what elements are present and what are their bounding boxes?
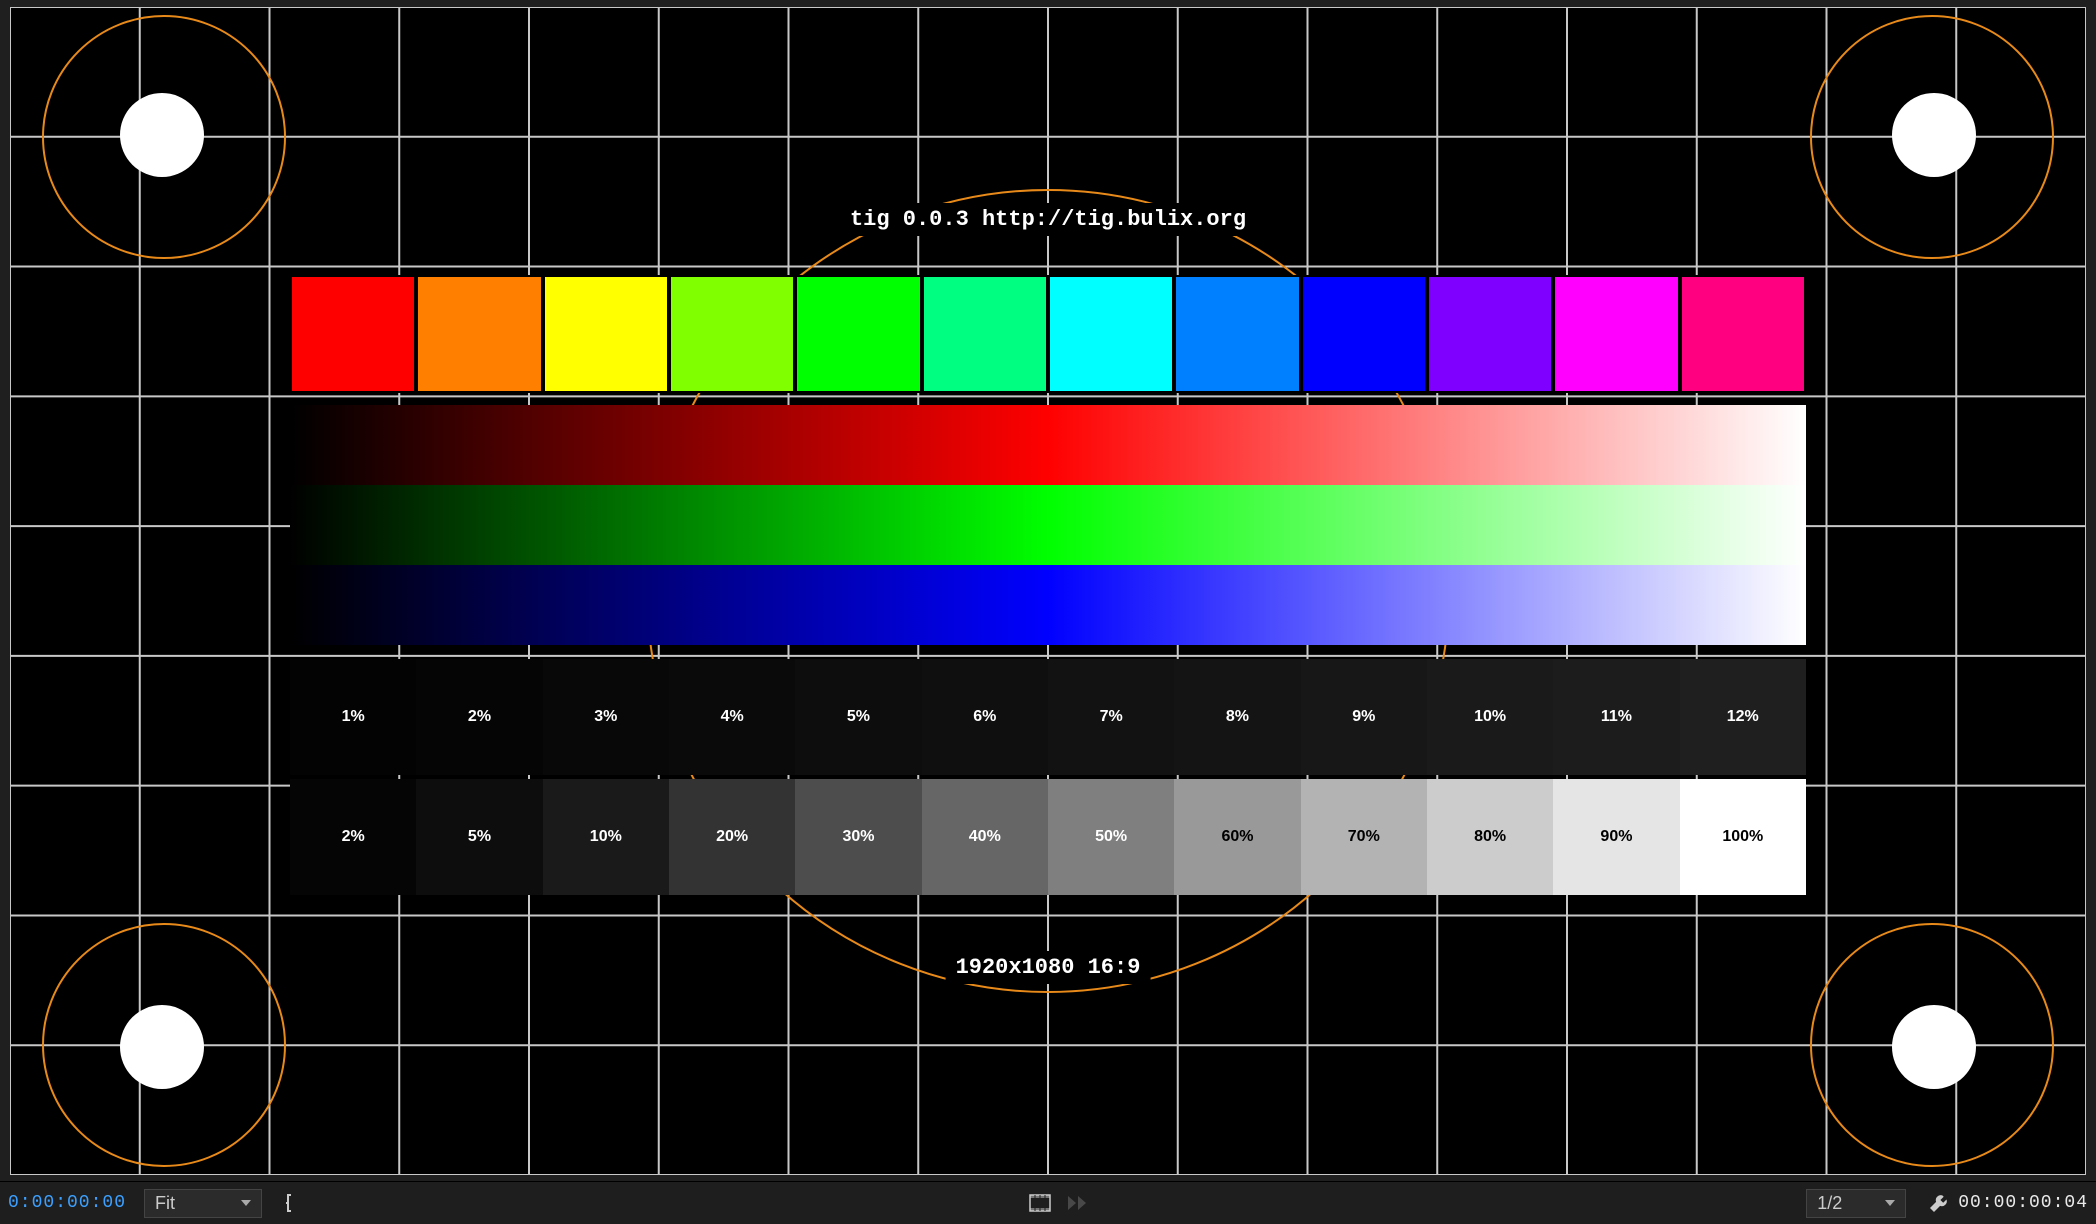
color-swatch-row <box>290 275 1806 393</box>
wrench-icon[interactable] <box>1924 1189 1954 1217</box>
light-step-cell: 60% <box>1174 779 1300 895</box>
light-step-cell: 70% <box>1301 779 1427 895</box>
light-step-cell: 5% <box>416 779 542 895</box>
gradient-block <box>290 405 1806 645</box>
color-swatch <box>669 275 795 393</box>
light-step-cell: 20% <box>669 779 795 895</box>
dark-step-cell: 5% <box>795 659 921 775</box>
dark-step-cell: 8% <box>1174 659 1300 775</box>
light-step-cell: 2% <box>290 779 416 895</box>
dark-step-cell: 9% <box>1301 659 1427 775</box>
resolution-dropdown[interactable]: 1/2 <box>1806 1189 1906 1218</box>
color-swatch <box>1048 275 1174 393</box>
dark-step-cell: 7% <box>1048 659 1174 775</box>
dark-step-cell: 1% <box>290 659 416 775</box>
dark-step-cell: 4% <box>669 659 795 775</box>
filmstrip-icon[interactable] <box>1025 1189 1055 1217</box>
pattern-content: tig 0.0.3 http://tig.bulix.org 1%2%3%4%5… <box>10 7 2086 1175</box>
light-step-cell: 40% <box>922 779 1048 895</box>
preview-viewer[interactable]: tig 0.0.3 http://tig.bulix.org 1%2%3%4%5… <box>0 0 2096 1182</box>
color-swatch <box>290 275 416 393</box>
gradient-strip <box>290 565 1806 645</box>
color-swatch <box>1553 275 1679 393</box>
test-pattern-canvas: tig 0.0.3 http://tig.bulix.org 1%2%3%4%5… <box>10 7 2086 1175</box>
pattern-resolution: 1920x1080 16:9 <box>946 951 1151 984</box>
light-step-cell: 10% <box>543 779 669 895</box>
dark-step-cell: 3% <box>543 659 669 775</box>
dark-step-cell: 11% <box>1553 659 1679 775</box>
light-step-cell: 80% <box>1427 779 1553 895</box>
dark-step-cell: 10% <box>1427 659 1553 775</box>
timecode-in[interactable]: 0:00:00:00 <box>8 1193 126 1213</box>
color-swatch <box>795 275 921 393</box>
gradient-strip <box>290 485 1806 565</box>
light-step-cell: 100% <box>1680 779 1806 895</box>
gradient-strip <box>290 405 1806 485</box>
color-swatch <box>543 275 669 393</box>
zoom-fit-label: Fit <box>155 1193 175 1214</box>
skip-forward-button[interactable] <box>1063 1189 1093 1217</box>
dark-step-row: 1%2%3%4%5%6%7%8%9%10%11%12% <box>290 659 1806 775</box>
light-step-cell: 30% <box>795 779 921 895</box>
timecode-current[interactable]: 00:00:00:04 <box>1958 1193 2088 1213</box>
color-swatch <box>1174 275 1300 393</box>
resolution-label: 1/2 <box>1817 1193 1842 1214</box>
color-swatch <box>1301 275 1427 393</box>
zoom-fit-dropdown[interactable]: Fit <box>144 1189 262 1218</box>
dark-step-cell: 6% <box>922 659 1048 775</box>
color-swatch <box>1680 275 1806 393</box>
viewer-toolbar: 0:00:00:00 Fit 1/2 00:00:00:04 <box>0 1181 2096 1224</box>
chevron-down-icon <box>1885 1200 1895 1206</box>
light-step-cell: 90% <box>1553 779 1679 895</box>
dark-step-cell: 2% <box>416 659 542 775</box>
chevron-down-icon <box>241 1200 251 1206</box>
bracket-in-button[interactable] <box>278 1189 308 1217</box>
color-swatch <box>416 275 542 393</box>
dark-step-cell: 12% <box>1680 659 1806 775</box>
light-step-cell: 50% <box>1048 779 1174 895</box>
color-swatch <box>922 275 1048 393</box>
pattern-title: tig 0.0.3 http://tig.bulix.org <box>840 203 1256 236</box>
light-step-row: 2%5%10%20%30%40%50%60%70%80%90%100% <box>290 779 1806 895</box>
color-swatch <box>1427 275 1553 393</box>
